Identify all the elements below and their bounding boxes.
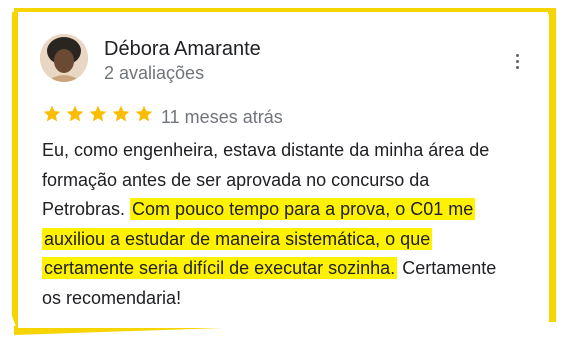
- highlighted-text: certamente seria difícil de executar soz…: [42, 257, 398, 279]
- review-line-5: certamente seria difícil de executar soz…: [42, 254, 538, 284]
- frame-right-border: [549, 8, 556, 322]
- review-line-3: Petrobras. Com pouco tempo para a prova,…: [42, 195, 538, 225]
- review-text-plain: Certamente: [397, 258, 497, 278]
- review-time-ago: 11 meses atrás: [161, 107, 283, 127]
- review-line-4: auxiliou a estudar de maneira sistemátic…: [42, 225, 538, 255]
- highlighted-text: auxiliou a estudar de maneira sistemátic…: [42, 227, 433, 250]
- review-text: Eu, como engenheira, estava distante da …: [42, 136, 538, 313]
- avatar[interactable]: [40, 34, 88, 82]
- star-rating: [42, 104, 154, 124]
- star-icon: [89, 105, 107, 122]
- author-name[interactable]: Débora Amarante: [104, 38, 261, 61]
- review-line-1: Eu, como engenheira, estava distante da …: [42, 140, 490, 160]
- star-icon: [112, 105, 130, 122]
- more-vertical-icon[interactable]: [508, 48, 526, 74]
- author-review-count: 2 avaliações: [104, 63, 205, 83]
- highlighted-text: Com pouco tempo para a prova, o C01 me: [130, 198, 476, 220]
- review-text-plain: Petrobras.: [42, 199, 131, 219]
- star-icon: [135, 105, 153, 122]
- review-line-6: os recomendaria!: [42, 287, 182, 308]
- user-avatar-image: [40, 34, 88, 82]
- review-line-2: formação antes de ser aprovada no concur…: [42, 169, 430, 190]
- star-icon: [66, 105, 84, 122]
- star-icon: [43, 105, 61, 122]
